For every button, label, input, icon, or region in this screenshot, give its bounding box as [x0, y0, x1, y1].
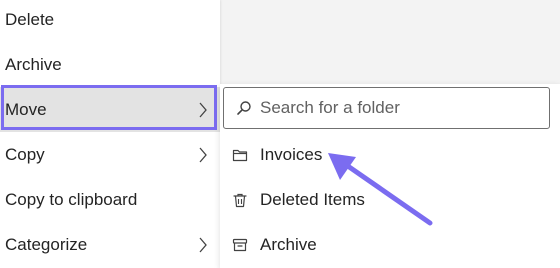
- menu-item-label: Copy to clipboard: [5, 189, 138, 209]
- folder-search-input[interactable]: [260, 98, 540, 118]
- folder-item-deleted-items[interactable]: Deleted Items: [220, 177, 560, 222]
- folder-icon: [232, 149, 248, 161]
- folder-search-box[interactable]: [223, 87, 550, 129]
- menu-item-label: Archive: [5, 54, 62, 74]
- chevron-right-icon: [199, 102, 207, 117]
- trash-icon: [233, 193, 247, 207]
- menu-item-archive[interactable]: Archive: [0, 42, 220, 87]
- archive-icon: [232, 238, 248, 251]
- folder-item-archive[interactable]: Archive: [220, 222, 560, 267]
- menu-item-label: Delete: [5, 9, 55, 29]
- menu-item-move[interactable]: Move: [0, 87, 220, 132]
- chevron-right-icon: [199, 237, 207, 252]
- menu-item-label: Copy: [5, 144, 45, 164]
- folder-label: Invoices: [260, 144, 323, 164]
- menu-item-label: Move: [5, 99, 47, 119]
- menu-item-copy[interactable]: Copy: [0, 132, 220, 177]
- folder-item-invoices[interactable]: Invoices: [220, 132, 560, 177]
- menu-item-copy-to-clipboard[interactable]: Copy to clipboard: [0, 177, 220, 222]
- folder-label: Archive: [260, 234, 317, 254]
- menu-item-categorize[interactable]: Categorize: [0, 222, 220, 267]
- folder-label: Deleted Items: [260, 189, 365, 209]
- menu-item-delete[interactable]: Delete: [0, 0, 220, 42]
- menu-item-label: Categorize: [5, 234, 88, 254]
- search-icon: [237, 101, 251, 115]
- chevron-right-icon: [199, 147, 207, 162]
- move-submenu: Invoices Deleted Items Archive: [220, 84, 560, 268]
- context-menu: Delete Archive Move Copy Copy to clipboa…: [0, 0, 220, 268]
